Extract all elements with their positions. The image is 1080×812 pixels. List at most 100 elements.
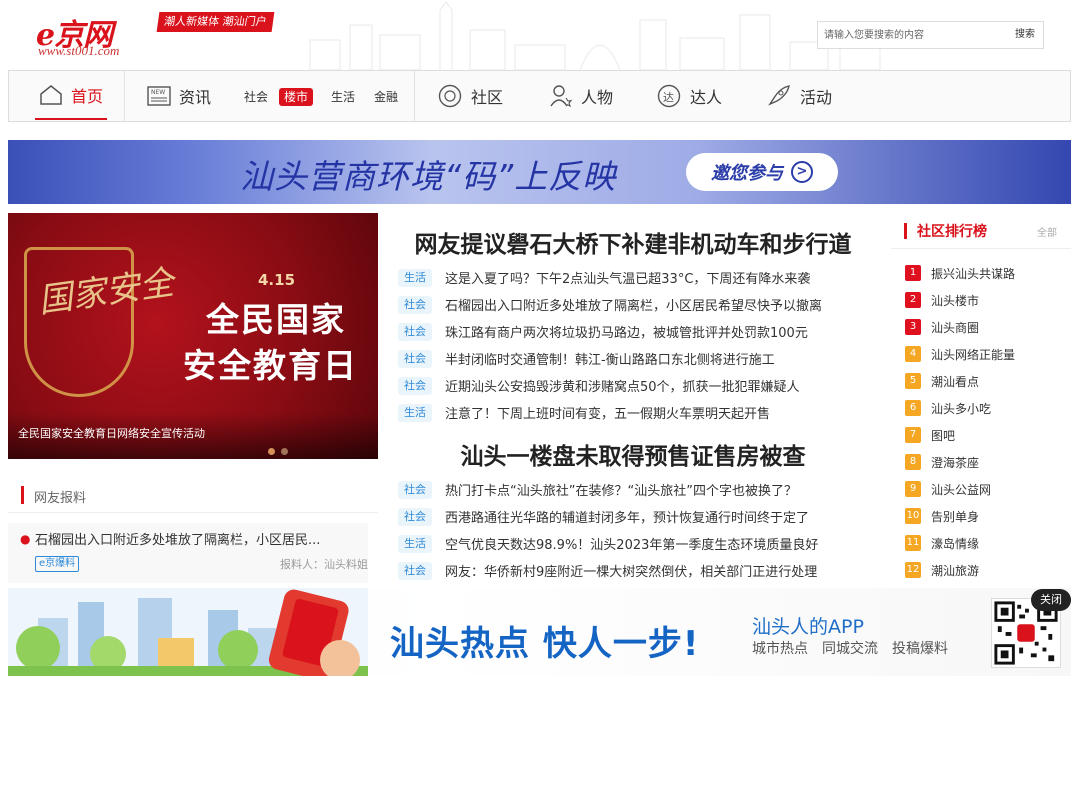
hero-slide[interactable]: 国家安全 4.15 全民国家 安全教育日 全民国家安全教育日网络安全宣传活动 (8, 213, 378, 459)
report-text[interactable]: 石榴园出入口附近多处堆放了隔离栏，小区居民... (35, 529, 320, 548)
banner-button-label: 邀您参与 (711, 163, 783, 184)
news-tag[interactable]: 社会 (398, 507, 432, 526)
nav-sub-society[interactable]: 社会 (244, 88, 268, 106)
ranking-item[interactable]: 5 潮汕看点 (905, 371, 979, 391)
nav-experts-label: 达人 (690, 88, 723, 107)
close-button[interactable]: 关闭 (1031, 589, 1071, 611)
news-item[interactable]: 社会 热门打卡点“汕头旅社”在装修？“汕头旅社”四个字也被换了？ (398, 476, 874, 503)
ranking-name[interactable]: 潮汕看点 (931, 373, 979, 390)
ranking-number: 6 (905, 400, 921, 416)
ranking-item[interactable]: 1 振兴汕头共谋路 (905, 263, 1015, 283)
report-badge[interactable]: e京爆料 (35, 556, 80, 572)
headline-1[interactable]: 网友提议礐石大桥下补建非机动车和步行道 (392, 225, 874, 259)
ranking-item[interactable]: 8 澄海茶座 (905, 452, 979, 472)
news-tag[interactable]: 生活 (398, 534, 432, 553)
rocket-icon (768, 85, 790, 106)
ranking-number: 2 (905, 292, 921, 308)
news-title[interactable]: 近期汕头公安捣毁涉黄和涉赌窝点50个，抓获一批犯罪嫌疑人 (445, 376, 800, 395)
ranking-name[interactable]: 濠岛情缘 (931, 535, 979, 552)
nav-sub-finance[interactable]: 金融 (374, 88, 398, 106)
news-item[interactable]: 社会 珠江路有商户两次将垃圾扔马路边，被城管批评并处罚款100元 (398, 318, 874, 345)
ranking-item[interactable]: 11 濠岛情缘 (905, 533, 979, 553)
ranking-header: 社区排行榜 全部 (891, 213, 1071, 249)
search-input[interactable] (818, 22, 998, 48)
ranking-item[interactable]: 2 汕头楼市 (905, 290, 979, 310)
headline-2[interactable]: 汕头一楼盘未取得预售证售房被查 (392, 437, 874, 471)
hero-date: 4.15 (258, 271, 296, 289)
ranking-name[interactable]: 图吧 (931, 427, 955, 444)
ranking-name[interactable]: 告别单身 (931, 508, 979, 525)
chat-bubble-icon (438, 84, 462, 108)
news-item[interactable]: 生活 这是入夏了吗？下午2点汕头气温已超33°C，下周还有降水来袭 (398, 264, 874, 291)
news-item[interactable]: 社会 石榴园出入口附近多处堆放了隔离栏，小区居民希望尽快予以撤离 (398, 291, 874, 318)
app-feature: 城市热点 (752, 641, 808, 657)
nav-home[interactable]: 首页 (35, 71, 108, 120)
news-tag[interactable]: 社会 (398, 480, 432, 499)
ranking-name[interactable]: 汕头商圈 (931, 319, 979, 336)
nav-community-label: 社区 (471, 88, 504, 107)
ranking-item[interactable]: 7 图吧 (905, 425, 955, 445)
news-tag[interactable]: 生活 (398, 403, 432, 422)
nav-news[interactable]: NEW 资讯 (147, 71, 211, 121)
nav-events-label: 活动 (800, 88, 833, 107)
ranking-name[interactable]: 汕头公益网 (931, 481, 991, 498)
nav-experts[interactable]: 达 达人 (656, 71, 722, 121)
news-title[interactable]: 石榴园出入口附近多处堆放了隔离栏，小区居民希望尽快予以撤离 (445, 295, 822, 314)
ranking-number: 4 (905, 346, 921, 362)
carousel-dot[interactable] (281, 448, 288, 455)
ranking-item[interactable]: 4 汕头网络正能量 (905, 344, 1015, 364)
bullet-icon: ● (20, 532, 31, 546)
ranking-name[interactable]: 振兴汕头共谋路 (931, 265, 1015, 282)
ranking-item[interactable]: 9 汕头公益网 (905, 479, 991, 499)
news-tag[interactable]: 社会 (398, 295, 432, 314)
news-title[interactable]: 西港路通往光华路的辅道封闭多年，预计恢复通行时间终于定了 (445, 507, 809, 526)
ranking-name[interactable]: 汕头楼市 (931, 292, 979, 309)
news-title[interactable]: 热门打卡点“汕头旅社”在装修？“汕头旅社”四个字也被换了？ (445, 480, 797, 499)
nav-events[interactable]: 活动 (766, 71, 832, 121)
ranking-name[interactable]: 汕头多小吃 (931, 400, 991, 417)
banner-join-button[interactable]: 邀您参与 > (686, 153, 838, 191)
ranking-item[interactable]: 10 告别单身 (905, 506, 979, 526)
report-item[interactable]: ● 石榴园出入口附近多处堆放了隔离栏，小区居民... e京爆料 报料人：汕头料姐 (8, 523, 368, 583)
news-title[interactable]: 注意了！下周上班时间有变，五一假期火车票明天起开售 (445, 403, 770, 422)
news-tag[interactable]: 社会 (398, 349, 432, 368)
nav-divider (124, 71, 125, 121)
ranking-item[interactable]: 3 汕头商圈 (905, 317, 979, 337)
ranking-all-link[interactable]: 全部 (1037, 224, 1057, 239)
nav-people[interactable]: 人物 (549, 71, 613, 121)
community-ranking: 社区排行榜 全部 1 振兴汕头共谋路 2 汕头楼市 3 汕头商圈 4 汕头网络正能量 5 潮汕看点… (891, 213, 1071, 593)
news-title[interactable]: 网友：华侨新村9座附近一棵大树突然倒伏，相关部门正进行处理 (445, 561, 817, 580)
reports-title: 网友报料 (34, 491, 87, 506)
ranking-name[interactable]: 潮汕旅游 (931, 562, 979, 579)
skyline-decoration (309, 1, 881, 70)
carousel-dot[interactable] (268, 448, 275, 455)
ranking-name[interactable]: 汕头网络正能量 (931, 346, 1015, 363)
news-title[interactable]: 空气优良天数达98.9%！汕头2023年第一季度生态环境质量良好 (445, 534, 818, 553)
ranking-name[interactable]: 澄海茶座 (931, 454, 979, 471)
news-item[interactable]: 社会 近期汕头公安捣毁涉黄和涉赌窝点50个，抓获一批犯罪嫌疑人 (398, 372, 874, 399)
promo-banner[interactable]: 汕头营商环境“码”上反映 邀您参与 > (8, 140, 1071, 204)
news-tag[interactable]: 社会 (398, 376, 432, 395)
news-item[interactable]: 社会 西港路通往光华路的辅道封闭多年，预计恢复通行时间终于定了 (398, 503, 874, 530)
news-title[interactable]: 这是入夏了吗？下午2点汕头气温已超33°C，下周还有降水来袭 (445, 268, 810, 287)
nav-sub-life[interactable]: 生活 (331, 88, 355, 106)
ranking-item[interactable]: 6 汕头多小吃 (905, 398, 991, 418)
news-item[interactable]: 社会 网友：华侨新村9座附近一棵大树突然倒伏，相关部门正进行处理 (398, 557, 874, 584)
news-tag[interactable]: 生活 (398, 268, 432, 287)
news-tag[interactable]: 社会 (398, 561, 432, 580)
news-item[interactable]: 社会 半封闭临时交通管制！韩江-衡山路路口东北侧将进行施工 (398, 345, 874, 372)
news-item[interactable]: 生活 空气优良天数达98.9%！汕头2023年第一季度生态环境质量良好 (398, 530, 874, 557)
nav-sub-property[interactable]: 楼市 (279, 88, 314, 106)
app-promo-bar[interactable]: 汕头热点 快人一步! 汕头人的APP 城市热点 同城交流 投稿爆料 (8, 588, 1071, 676)
news-title[interactable]: 珠江路有商户两次将垃圾扔马路边，被城管批评并处罚款100元 (445, 322, 808, 341)
news-title[interactable]: 半封闭临时交通管制！韩江-衡山路路口东北侧将进行施工 (445, 349, 775, 368)
ranking-item[interactable]: 12 潮汕旅游 (905, 560, 979, 580)
nav-divider (414, 71, 415, 121)
search-button[interactable]: 搜索 (1015, 22, 1035, 48)
ranking-number: 5 (905, 373, 921, 389)
news-item[interactable]: 生活 注意了！下周上班时间有变，五一假期火车票明天起开售 (398, 399, 874, 426)
nav-community[interactable]: 社区 (437, 71, 503, 121)
site-logo[interactable]: e京网 www.st001.com 潮人新媒体 潮汕门户 (36, 10, 296, 60)
ranking-number: 12 (905, 562, 921, 578)
news-tag[interactable]: 社会 (398, 322, 432, 341)
